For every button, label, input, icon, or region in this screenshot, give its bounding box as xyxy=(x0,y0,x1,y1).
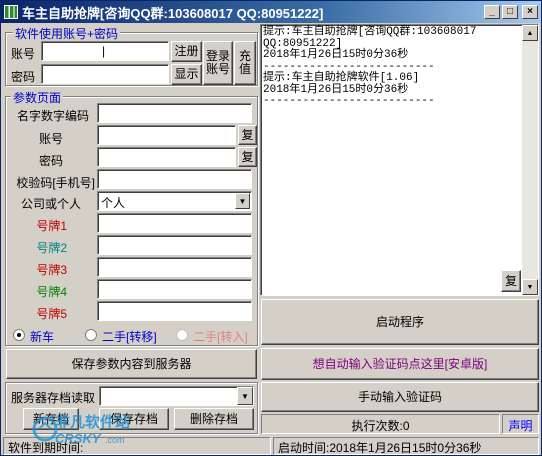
plate-label-3: 号牌3 xyxy=(36,263,67,277)
delete-archive-button[interactable]: 删除存档 xyxy=(174,408,254,430)
maximize-button[interactable]: □ xyxy=(502,5,518,19)
close-button[interactable]: × xyxy=(522,5,538,19)
login-password-label: 密码 xyxy=(11,70,36,84)
minimize-button[interactable]: _ xyxy=(484,5,500,19)
login-group-title: 软件使用账号+密码 xyxy=(13,25,121,42)
manual-captcha-button[interactable]: 手动输入验证码 xyxy=(261,382,539,412)
plate-input-2[interactable] xyxy=(97,235,252,255)
copy-log-button[interactable]: 复 xyxy=(501,270,521,292)
log-textarea[interactable]: 提示:车主自助抢牌[咨询QQ群:103608017 QQ:80951222] 2… xyxy=(260,24,539,296)
log-scrollbar[interactable]: ▲ ▼ xyxy=(522,25,538,295)
params-password-input[interactable] xyxy=(97,147,236,167)
params-group-title: 参数页面 xyxy=(11,89,64,106)
scroll-down-icon[interactable]: ▼ xyxy=(522,279,538,295)
app-icon xyxy=(4,5,18,19)
copy-account-button[interactable]: 复 xyxy=(238,125,257,145)
verify-code-label: 校验码[手机号] xyxy=(16,176,95,190)
app-window: 车主自助抢牌[咨询QQ群:103608017 QQ:80951222] _ □ … xyxy=(0,0,542,456)
plate-label-5: 号牌5 xyxy=(36,307,67,321)
params-password-label: 密码 xyxy=(38,154,63,168)
login-account-input[interactable]: | xyxy=(41,41,169,61)
chevron-down-icon[interactable]: ▼ xyxy=(235,193,250,209)
archive-dropdown-icon[interactable]: ▼ xyxy=(237,387,253,405)
save-archive-button[interactable]: 保存存档 xyxy=(99,408,169,430)
plate-input-1[interactable] xyxy=(97,213,252,233)
name-code-input[interactable] xyxy=(97,103,252,123)
start-program-button[interactable]: 启动程序 xyxy=(261,299,539,345)
archive-select[interactable] xyxy=(99,386,254,406)
login-button[interactable]: 登录账号 xyxy=(203,41,233,85)
declare-link[interactable]: 声明 xyxy=(502,414,539,434)
radio-used-move[interactable] xyxy=(85,329,97,341)
company-label: 公司或个人 xyxy=(20,197,81,211)
name-code-label: 名字数字编码 xyxy=(16,109,89,123)
register-button[interactable]: 注册 xyxy=(171,41,202,62)
plate-input-4[interactable] xyxy=(97,279,252,299)
params-account-input[interactable] xyxy=(97,125,236,145)
declare-link-text[interactable]: 声明 xyxy=(508,419,532,433)
status-expiry: 软件到期时间: xyxy=(3,437,271,455)
plate-label-2: 号牌2 xyxy=(36,241,67,255)
show-password-button[interactable]: 显示 xyxy=(171,64,202,85)
new-archive-button[interactable]: 新存档 xyxy=(23,408,79,430)
save-to-server-button[interactable]: 保存参数内容到服务器 xyxy=(6,349,257,379)
radio-used-transfer[interactable] xyxy=(176,329,188,341)
plate-input-3[interactable] xyxy=(97,257,252,277)
copy-password-button[interactable]: 复 xyxy=(238,147,257,167)
params-account-label: 账号 xyxy=(38,132,63,146)
window-title: 车主自助抢牌[咨询QQ群:103608017 QQ:80951222] xyxy=(22,5,324,21)
radio-used-transfer-label[interactable]: 二手[转入] xyxy=(193,328,248,345)
recharge-button[interactable]: 充值 xyxy=(234,41,256,85)
radio-new-car[interactable] xyxy=(13,329,25,341)
company-select[interactable]: 个人 ▼ xyxy=(97,191,252,211)
company-select-value: 个人 xyxy=(101,196,126,210)
log-text: 提示:车主自助抢牌[咨询QQ群:103608017 QQ:80951222] 2… xyxy=(263,26,477,107)
exec-count-text: 执行次数:0 xyxy=(351,419,410,433)
radio-new-car-label[interactable]: 新车 xyxy=(30,328,54,345)
title-bar[interactable]: 车主自助抢牌[咨询QQ群:103608017 QQ:80951222] _ □ … xyxy=(1,1,541,23)
login-account-label: 账号 xyxy=(11,47,36,61)
verify-code-input[interactable] xyxy=(97,169,252,189)
plate-label-4: 号牌4 xyxy=(36,285,67,299)
login-password-input[interactable] xyxy=(41,64,169,84)
radio-used-move-label[interactable]: 二手[转移] xyxy=(102,328,157,345)
plate-label-1: 号牌1 xyxy=(36,219,67,233)
plate-input-5[interactable] xyxy=(97,301,252,321)
exec-count-display: 执行次数:0 xyxy=(261,414,500,434)
auto-captcha-button[interactable]: 想自动输入验证码点这里[安卓版] xyxy=(261,348,539,380)
scroll-up-icon[interactable]: ▲ xyxy=(522,25,538,41)
archive-label: 服务器存档读取 xyxy=(11,391,96,405)
status-start-time: 启动时间:2018年1月26日15时0分36秒 xyxy=(273,437,539,455)
